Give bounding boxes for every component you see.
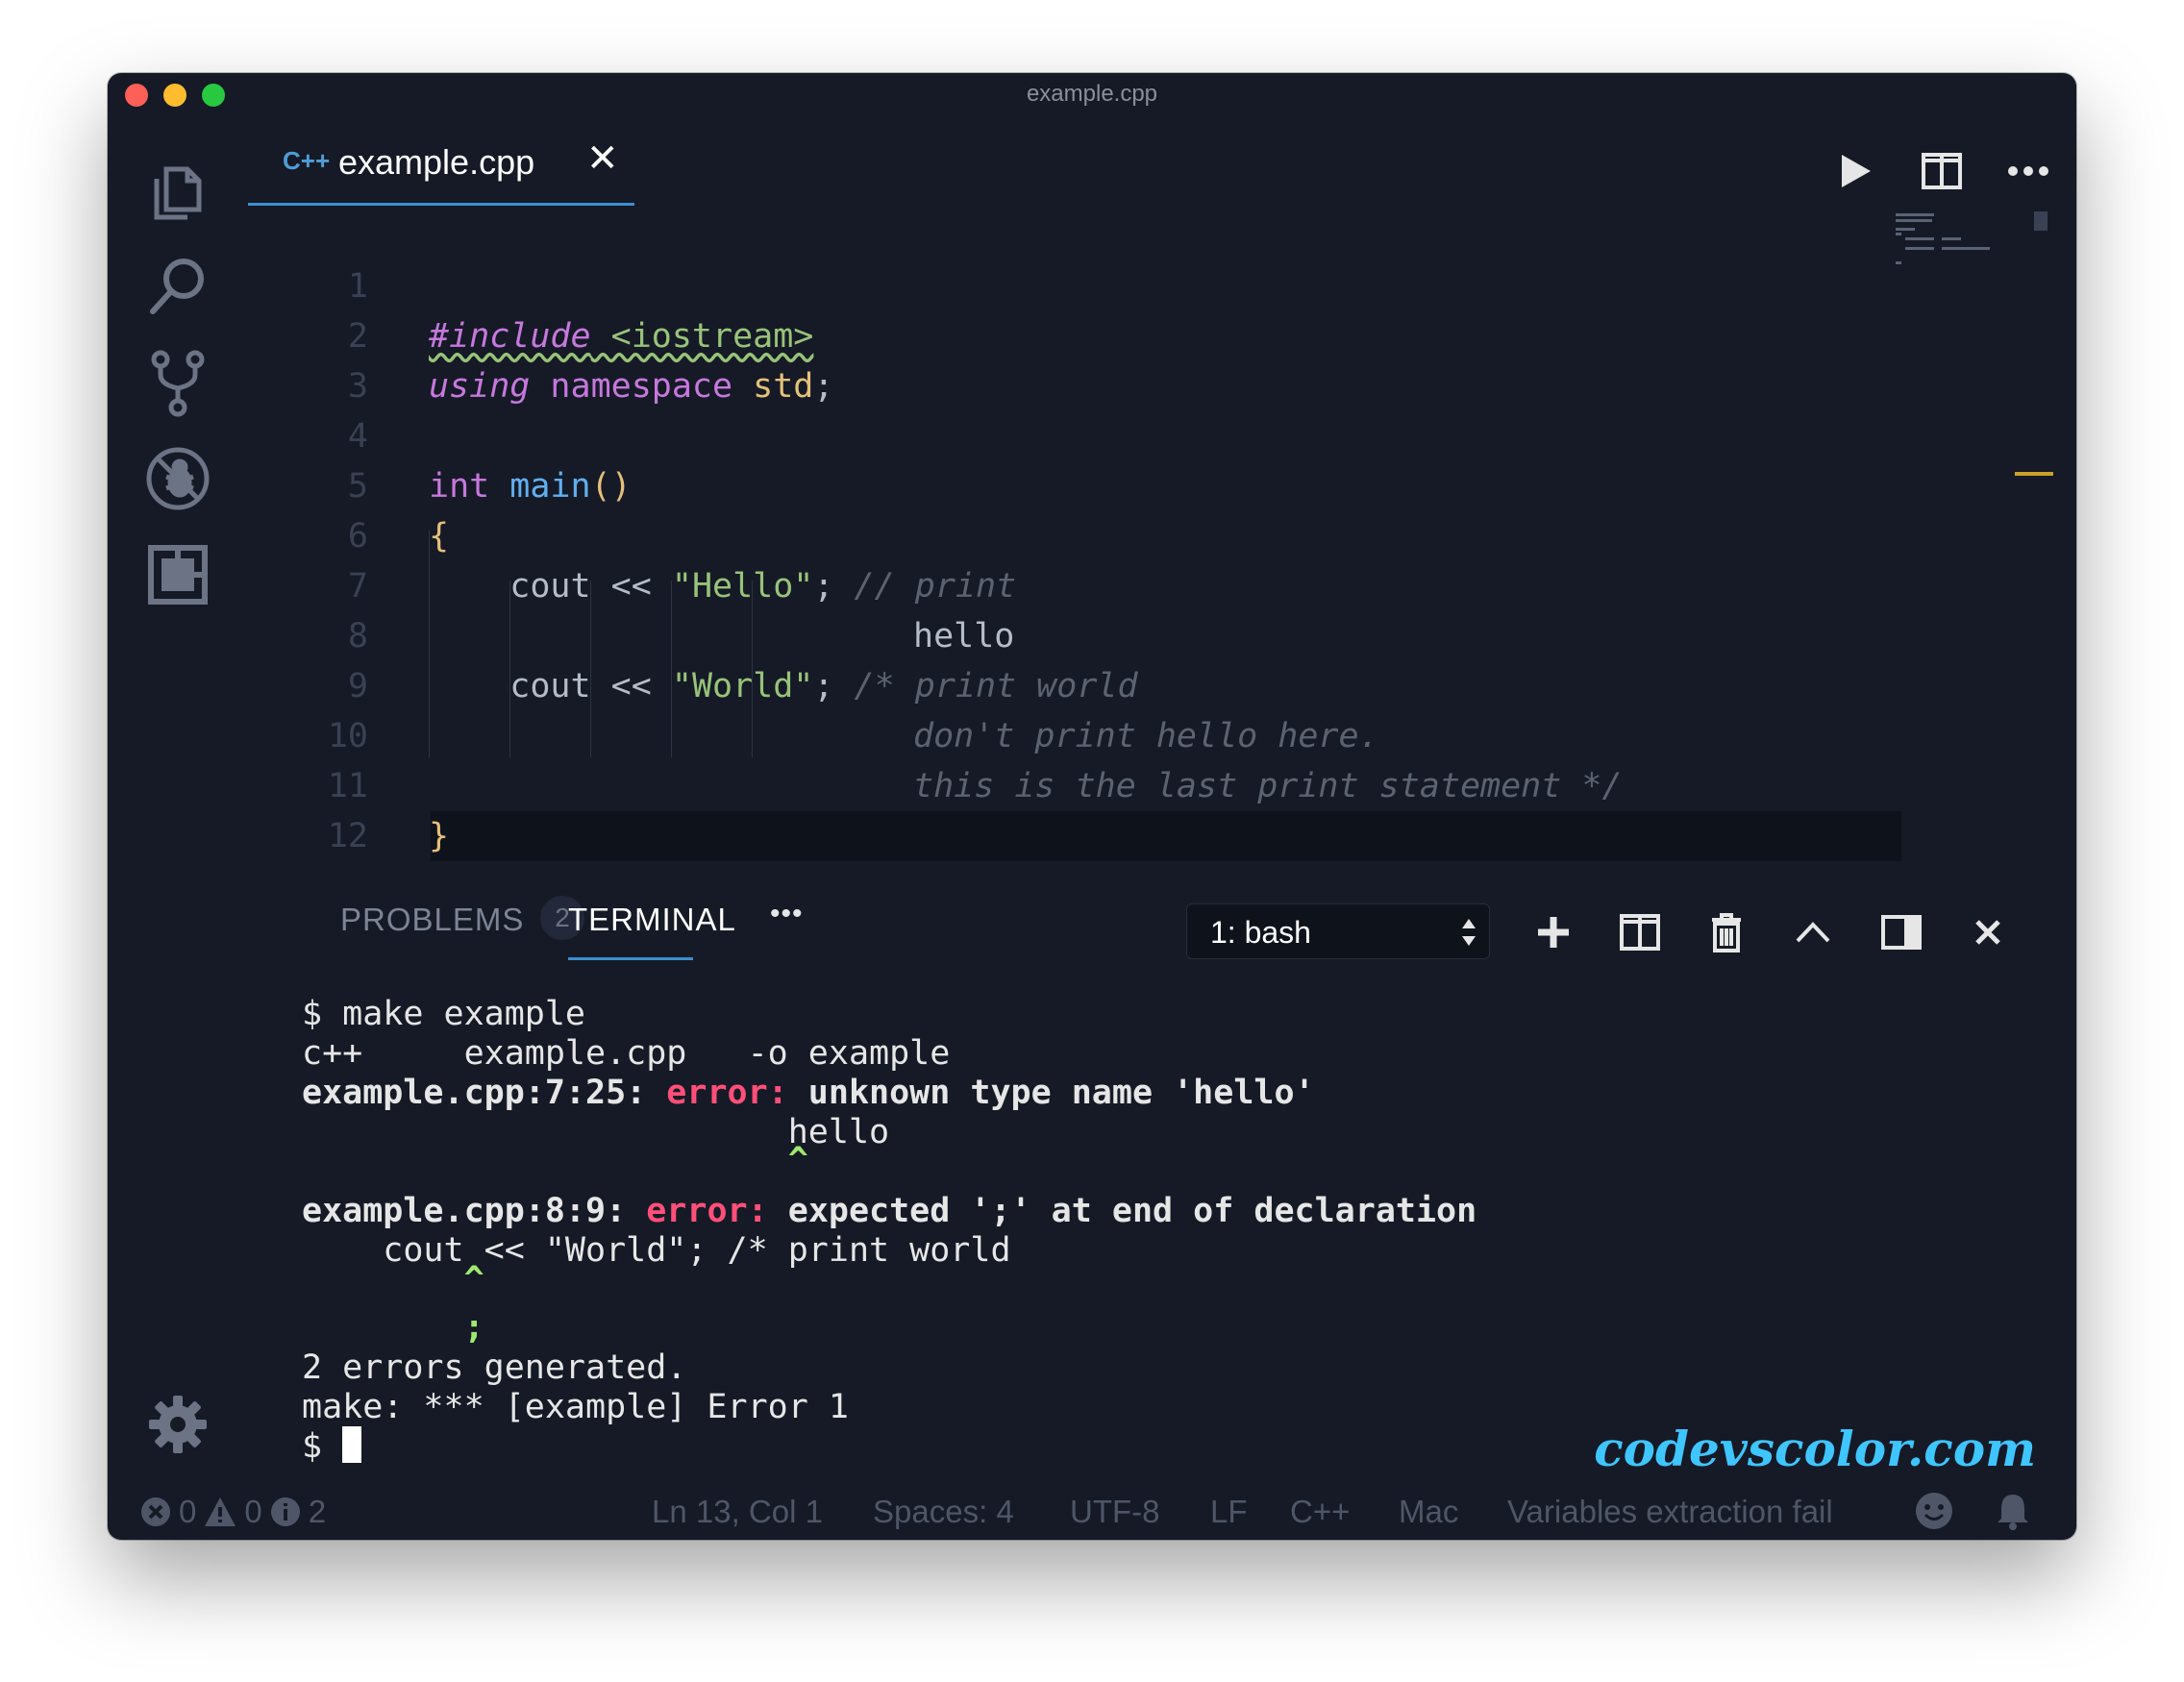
language-mode[interactable]: C++ <box>1290 1494 1350 1530</box>
terminal-cursor <box>342 1426 362 1463</box>
run-button[interactable] <box>1826 142 1884 200</box>
bell-icon <box>1998 1495 2028 1530</box>
terminal-select-value: 1: bash <box>1210 915 1311 950</box>
close-panel-icon <box>1975 920 2000 945</box>
code-line: 9 don't print hello here. <box>248 611 2074 755</box>
close-panel-button[interactable] <box>1959 903 2017 961</box>
trash-icon <box>1712 913 1741 952</box>
extensions-icon <box>148 545 208 605</box>
code-line: 6 cout << "Hello"; // print <box>248 461 2074 606</box>
code-line: 12 <box>248 761 2074 855</box>
toggle-panel-position-icon <box>1881 915 1922 950</box>
code-line: 11 } <box>248 711 2074 855</box>
platform-status[interactable]: Mac <box>1399 1494 1458 1530</box>
code-line: 8 cout << "World"; /* print world <box>248 561 2074 705</box>
new-terminal-button[interactable] <box>1525 903 1582 961</box>
run-icon <box>1842 155 1871 187</box>
warning-count: 0 <box>244 1494 262 1529</box>
code-line: 13 <box>248 809 2074 869</box>
notifications-button[interactable] <box>1996 1492 2030 1538</box>
minimap[interactable] <box>1896 211 2021 269</box>
more-icon <box>2008 166 2048 176</box>
terminal-line: c++ example.cpp -o example <box>302 1034 951 1073</box>
code-line: 5 { <box>248 411 2074 556</box>
terminal-line: 2 errors generated. <box>302 1348 687 1387</box>
editor-scrollbar[interactable] <box>2034 211 2048 231</box>
code-line: 4 int main() <box>248 361 2074 506</box>
source-control-button[interactable] <box>139 344 216 421</box>
split-terminal-icon <box>1620 914 1660 951</box>
terminal-line: example.cpp:8:9: error: expected ';' at … <box>302 1192 1477 1230</box>
terminal-tab-underline <box>568 957 693 960</box>
vscode-window: example.cpp C++ example.cpp ✕ 1 #include… <box>108 73 2076 1540</box>
tab-label: example.cpp <box>338 142 535 182</box>
terminal-line: ^ <box>302 1141 808 1179</box>
debug-button[interactable] <box>139 440 216 517</box>
split-editor-icon <box>1922 153 1962 189</box>
maximize-panel-icon <box>1796 922 1830 943</box>
terminal-select[interactable]: 1: bash <box>1186 903 1490 959</box>
cpp-file-icon: C++ <box>283 146 331 175</box>
terminal-line: make: *** [example] Error 1 <box>302 1388 849 1426</box>
terminal-prompt-line: $ <box>302 1426 362 1467</box>
status-message[interactable]: Variables extraction fail <box>1507 1494 1833 1530</box>
overview-ruler-marker <box>2015 472 2053 476</box>
maximize-panel-button[interactable] <box>1784 903 1842 961</box>
tab-problems[interactable]: PROBLEMS <box>340 902 524 938</box>
title-bar: example.cpp <box>108 73 2076 119</box>
kill-terminal-button[interactable] <box>1698 903 1755 961</box>
indentation-status[interactable]: Spaces: 4 <box>873 1494 1014 1530</box>
more-actions-button[interactable] <box>1999 142 2057 200</box>
watermark: codevscolor.com <box>1594 1421 2036 1477</box>
activity-bar <box>108 119 248 1513</box>
code-line: 7 hello <box>248 511 2074 655</box>
warning-icon <box>205 1497 236 1526</box>
search-view-button[interactable] <box>139 248 216 325</box>
eol-status[interactable]: LF <box>1210 1494 1248 1530</box>
cursor-position[interactable]: Ln 13, Col 1 <box>652 1494 823 1530</box>
code-editor[interactable]: 1 #include <iostream> 2 using namespace … <box>248 206 2074 869</box>
new-terminal-icon <box>1538 917 1569 948</box>
code-line: 2 using namespace std; <box>248 261 2074 406</box>
search-icon <box>150 259 204 314</box>
terminal-line: $ make example <box>302 995 586 1033</box>
files-icon <box>154 166 202 220</box>
terminal-line: ; <box>302 1308 484 1347</box>
code-line: 14 <box>248 855 2074 869</box>
feedback-button[interactable] <box>1915 1492 1953 1538</box>
error-count: 0 <box>179 1494 197 1529</box>
code-line: 3 <box>248 311 2074 406</box>
split-editor-button[interactable] <box>1913 142 1971 200</box>
close-tab-button[interactable]: ✕ <box>586 136 619 181</box>
select-arrows-icon <box>1462 919 1476 946</box>
editor-tab-bar: C++ example.cpp ✕ <box>248 119 2076 206</box>
error-icon <box>141 1497 170 1526</box>
source-control-icon <box>151 350 205 417</box>
toggle-panel-position-button[interactable] <box>1873 903 1930 961</box>
split-terminal-button[interactable] <box>1611 903 1669 961</box>
gear-icon <box>149 1396 207 1453</box>
status-bar: 0 0 2 Ln 13, Col 1 Spaces: 4 UTF-8 LF C+… <box>108 1486 2076 1540</box>
terminal-line: example.cpp:7:25: error: unknown type na… <box>302 1074 1315 1112</box>
tab-example-cpp[interactable]: C++ example.cpp ✕ <box>248 119 634 206</box>
extensions-button[interactable] <box>139 536 216 613</box>
problems-status[interactable]: 0 0 2 <box>140 1494 326 1530</box>
panel-more-button[interactable]: ••• <box>770 898 804 930</box>
smiley-icon <box>1916 1493 1952 1529</box>
code-line: 1 #include <iostream> <box>248 211 2074 356</box>
code-line: 10 this is the last print statement */ <box>248 661 2074 805</box>
encoding-status[interactable]: UTF-8 <box>1070 1494 1160 1530</box>
terminal-line: ^ <box>302 1260 484 1299</box>
settings-button[interactable] <box>139 1386 216 1463</box>
info-count: 2 <box>308 1494 327 1529</box>
window-title: example.cpp <box>1026 81 1158 107</box>
explorer-button[interactable] <box>139 152 216 229</box>
tab-terminal[interactable]: TERMINAL <box>568 902 736 938</box>
debug-icon <box>146 447 210 510</box>
info-icon <box>270 1497 300 1526</box>
